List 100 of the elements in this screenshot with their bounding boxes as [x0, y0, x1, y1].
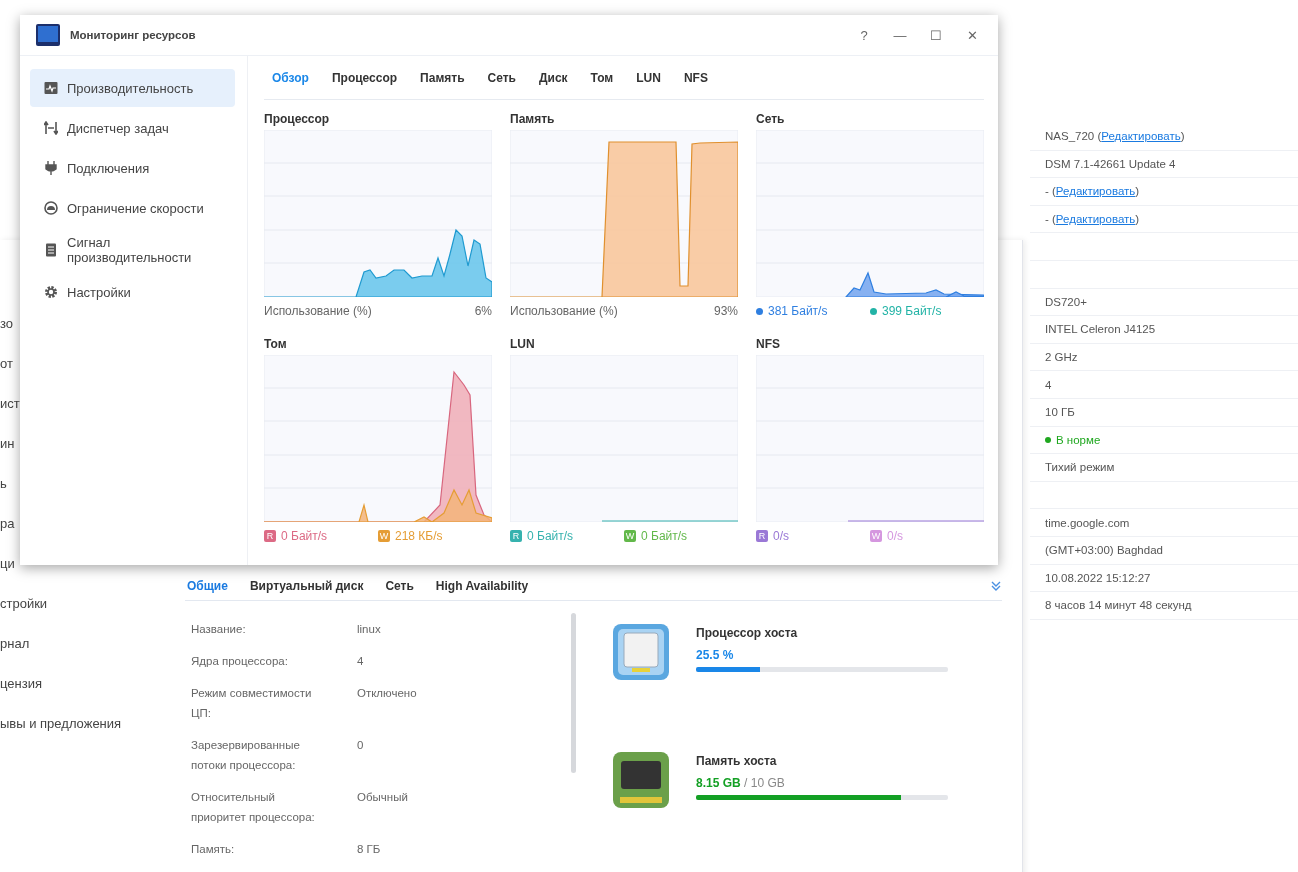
edit-link[interactable]: Редактировать: [1055, 185, 1136, 198]
sidebar-item[interactable]: ин: [0, 423, 15, 463]
property-value: 4: [357, 654, 364, 669]
info-value: ): [1135, 185, 1140, 198]
chart-title: Том: [264, 337, 288, 353]
property-label: Зарезервированные потоки процессора:: [191, 738, 301, 773]
sidebar-item[interactable]: стройки: [0, 583, 48, 623]
tab[interactable]: Процессор: [331, 70, 398, 85]
info-value: - (: [1045, 185, 1056, 198]
chart-title: NFS: [756, 337, 781, 353]
usage-value: 93%: [713, 304, 738, 318]
sidebar-item[interactable]: ци: [0, 543, 15, 583]
arrows-icon: [44, 121, 58, 135]
resource-title: Память хоста: [696, 754, 778, 768]
property-label: Режим совместимости ЦП:: [191, 686, 313, 721]
chart-title: Процессор: [264, 112, 331, 128]
chart-title: Память: [510, 112, 556, 128]
sidebar-item[interactable]: ра: [0, 503, 15, 543]
tab[interactable]: Сеть: [487, 70, 516, 85]
tab[interactable]: Общие: [187, 579, 228, 593]
info-value: DS720+: [1045, 295, 1087, 308]
chart-title: LUN: [510, 337, 536, 353]
legend-badge: R: [510, 530, 522, 542]
sidebar-item[interactable]: цензия: [0, 663, 42, 703]
tab[interactable]: Том: [590, 70, 614, 85]
tab[interactable]: LUN: [636, 70, 661, 85]
info-value: INTEL Celeron J4125: [1045, 323, 1156, 336]
legend-value: 0/s: [773, 529, 789, 543]
edit-link[interactable]: Редактировать: [1055, 213, 1136, 226]
chart-icon: [44, 81, 58, 95]
sidebar-item[interactable]: Сигнал производительности: [30, 229, 235, 271]
info-value: Тихий режим: [1045, 461, 1115, 474]
info-value: 4: [1045, 378, 1052, 391]
document-icon: [44, 243, 58, 257]
sidebar-item[interactable]: ист: [0, 383, 20, 423]
minimize-button[interactable]: —: [890, 27, 910, 43]
tab[interactable]: NFS: [683, 70, 708, 85]
info-value: time.google.com: [1045, 516, 1130, 529]
scrollbar[interactable]: [571, 613, 576, 773]
info-value: 10 ГБ: [1045, 406, 1075, 419]
info-value: - (: [1045, 213, 1056, 226]
legend-badge: R: [264, 530, 276, 542]
property-label: Относительный приоритет процессора:: [191, 790, 316, 825]
property-value: Обычный: [357, 790, 408, 805]
tab[interactable]: High Availability: [435, 579, 529, 593]
property-label: Память:: [191, 842, 236, 857]
close-button[interactable]: ✕: [962, 27, 982, 43]
info-value: 2 GHz: [1045, 351, 1078, 364]
legend-badge: W: [378, 530, 390, 542]
sidebar-item[interactable]: Производительность: [30, 69, 235, 107]
tab[interactable]: Сеть: [385, 579, 414, 593]
sidebar-item[interactable]: Диспетчер задач: [30, 109, 235, 147]
gauge-icon: [44, 201, 58, 215]
sidebar-item[interactable]: Настройки: [30, 273, 235, 311]
sidebar-item[interactable]: зо: [0, 303, 14, 343]
info-value: DSM 7.1-42661 Update 4: [1045, 157, 1176, 170]
info-value: 8 часов 14 минут 48 секунд: [1045, 599, 1192, 612]
plug-icon: [44, 161, 58, 175]
info-value: ): [1180, 130, 1185, 143]
status-text: В норме: [1056, 433, 1101, 446]
legend-badge: R: [756, 530, 768, 542]
sidebar-item[interactable]: ывы и предложения: [0, 703, 122, 743]
property-value: linux: [357, 622, 381, 637]
property-value: Отключено: [357, 686, 417, 701]
info-value: 10.08.2022 15:12:27: [1045, 571, 1151, 584]
legend-value: 399 Байт/s: [882, 304, 942, 318]
usage-label: Использование (%): [264, 304, 372, 318]
property-value: 8 ГБ: [357, 842, 381, 857]
help-button[interactable]: ?: [854, 27, 874, 43]
usage-label: Использование (%): [510, 304, 618, 318]
property-label: Название:: [191, 622, 247, 637]
info-value: ): [1135, 213, 1140, 226]
window-title: Мониторинг ресурсов: [70, 29, 196, 41]
legend-badge: W: [870, 530, 882, 542]
property-value: 0: [357, 738, 364, 753]
tab[interactable]: Обзор: [272, 70, 309, 85]
resource-usage: 25.5 %: [696, 648, 734, 662]
chart-title: Сеть: [756, 112, 786, 128]
memory-chip-icon: [612, 751, 670, 809]
resource-total: / 10 GB: [744, 776, 785, 790]
edit-link[interactable]: Редактировать: [1101, 130, 1181, 143]
sidebar-item[interactable]: Ограничение скорости: [30, 189, 235, 227]
property-label: Ядра процессора:: [191, 654, 289, 669]
sidebar-item[interactable]: ь: [0, 463, 7, 503]
maximize-button[interactable]: ☐: [926, 27, 946, 43]
resource-title: Процессор хоста: [696, 626, 799, 640]
legend-badge: W: [624, 530, 636, 542]
processor-icon: [612, 623, 670, 681]
tab[interactable]: Память: [420, 70, 465, 85]
tab[interactable]: Виртуальный диск: [249, 579, 364, 593]
tab[interactable]: Диск: [539, 70, 568, 85]
sidebar-item[interactable]: рнал: [0, 623, 30, 663]
sidebar-item[interactable]: Подключения: [30, 149, 235, 187]
monitor-icon: [36, 24, 60, 46]
usage-value: 6%: [474, 304, 492, 318]
sidebar-item[interactable]: от: [0, 343, 13, 383]
collapse-icon[interactable]: [990, 580, 1002, 592]
settings-icon: [44, 285, 58, 299]
legend-value: 0 Байт/s: [641, 529, 688, 543]
legend-value: 218 КБ/s: [395, 529, 443, 543]
